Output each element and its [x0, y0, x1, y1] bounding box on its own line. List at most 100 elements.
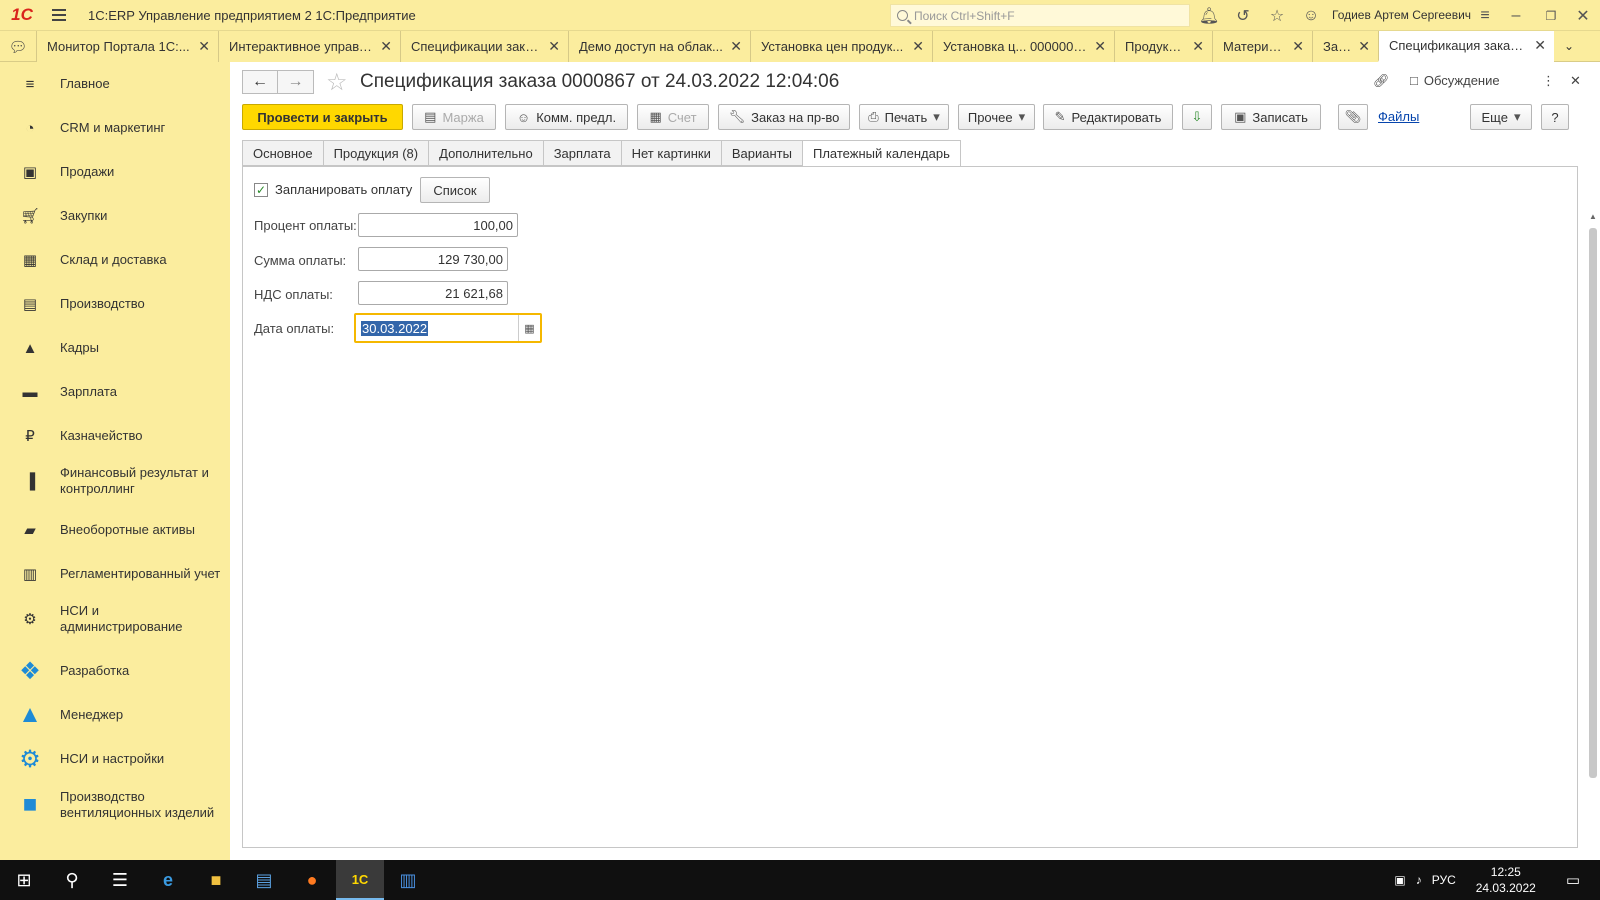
sidebar-item-crm[interactable]: ◔ CRM и маркетинг — [0, 118, 230, 138]
network-icon[interactable]: ▣ — [1394, 873, 1405, 887]
close-icon[interactable]: ✕ — [1192, 38, 1204, 55]
other-button[interactable]: Прочее ▾ — [958, 104, 1035, 130]
internet-explorer-icon[interactable]: e — [144, 860, 192, 900]
sidebar-item-hr[interactable]: ▲ Кадры — [0, 338, 230, 358]
export-button[interactable]: ⇩ — [1182, 104, 1212, 130]
window-tab[interactable]: Монитор Портала 1С:... ✕ — [36, 31, 218, 62]
window-tab[interactable]: Демо доступ на облак... ✕ — [568, 31, 750, 62]
favorites-star-icon[interactable]: ☆ — [1266, 5, 1288, 27]
attach-button[interactable]: 📎︎ — [1338, 104, 1368, 130]
tab-salary[interactable]: Зарплата — [542, 140, 621, 166]
close-icon[interactable]: ✕ — [1358, 38, 1370, 55]
search-input[interactable]: Поиск Ctrl+Shift+F — [890, 4, 1190, 27]
history-icon[interactable]: ↺ — [1232, 5, 1254, 27]
more-button[interactable]: Еще ▾ — [1470, 104, 1532, 130]
windows-start-icon[interactable]: ⊞ — [0, 860, 48, 900]
vertical-scrollbar[interactable]: ▲ ▼ — [1586, 210, 1600, 900]
window-tab[interactable]: Продукция ✕ — [1114, 31, 1212, 62]
close-form-icon[interactable]: ✕ — [1570, 73, 1581, 89]
sidebar-item-warehouse[interactable]: ▦ Склад и доставка — [0, 250, 230, 270]
tab-no-picture[interactable]: Нет картинки — [620, 140, 721, 166]
print-button[interactable]: ⎙ Печать ▾ — [859, 104, 949, 130]
production-order-button[interactable]: 🔧︎ Заказ на пр-во — [718, 104, 850, 130]
calendar-icon[interactable]: ▦ — [518, 315, 540, 341]
window-tab[interactable]: Установка цен продук... ✕ — [750, 31, 932, 62]
close-icon[interactable]: ✕ — [1094, 38, 1106, 55]
close-icon[interactable]: ✕ — [912, 38, 924, 55]
document-app-icon[interactable]: ▥ — [384, 860, 432, 900]
favorite-star-icon[interactable]: ☆ — [326, 68, 348, 97]
user-name[interactable]: Годиев Артем Сергеевич — [1332, 8, 1471, 22]
tab-products[interactable]: Продукция (8) — [322, 140, 429, 166]
sidebar-item-main[interactable]: ≡ Главное — [0, 74, 230, 94]
chat-icon[interactable]: 💬︎ — [0, 31, 36, 62]
files-link[interactable]: Файлы — [1378, 109, 1419, 124]
sidebar-item-nsi-admin[interactable]: ⚙ НСИ и администрирование — [0, 602, 230, 636]
discussion-button[interactable]: □ Обсуждение — [1410, 73, 1500, 88]
bell-icon[interactable]: 🔔︎ — [1198, 5, 1220, 27]
back-arrow-icon[interactable]: ← — [242, 70, 278, 94]
server-manager-icon[interactable]: ▤ — [240, 860, 288, 900]
sidebar-item-fixed-assets[interactable]: ▰ Внеоборотные активы — [0, 520, 230, 540]
clock[interactable]: 12:25 24.03.2022 — [1476, 864, 1536, 896]
volume-icon[interactable]: ♪ — [1416, 873, 1422, 887]
main-menu-icon[interactable] — [44, 9, 74, 21]
margin-button[interactable]: ▤ Маржа — [412, 104, 496, 130]
tabs-overflow-chevron-icon[interactable]: ⌄ — [1554, 31, 1584, 61]
more-vertical-icon[interactable]: ⋮ — [1542, 73, 1555, 89]
save-button[interactable]: ▣ Записать — [1221, 104, 1321, 130]
window-tab[interactable]: Интерактивное управл... ✕ — [218, 31, 400, 62]
payment-date-value[interactable]: 30.03.2022 — [356, 320, 518, 336]
window-tab[interactable]: Установка ц... 000000022 ✕ — [932, 31, 1114, 62]
sidebar-item-salary[interactable]: ▬ Зарплата — [0, 382, 230, 402]
payment-date-field[interactable]: 30.03.2022 ▦ — [354, 313, 542, 343]
payment-percent-field[interactable]: 100,00 — [358, 213, 518, 237]
tab-payment-calendar[interactable]: Платежный календарь — [801, 140, 961, 167]
sidebar-item-ventilation[interactable]: ■ Производство вентиляционных изделий — [0, 788, 230, 822]
sidebar-item-development[interactable]: ❖ Разработка — [0, 656, 230, 686]
search-icon[interactable]: ⚲ — [48, 860, 96, 900]
plan-payment-checkbox-row[interactable]: ✓ Запланировать оплату — [254, 182, 412, 197]
task-view-icon[interactable]: ☰ — [96, 860, 144, 900]
list-button[interactable]: Список — [420, 177, 490, 203]
edit-button[interactable]: ✎ Редактировать — [1043, 104, 1173, 130]
settings-menu-icon[interactable]: ≡ — [1474, 5, 1496, 27]
scroll-up-icon[interactable]: ▲ — [1589, 212, 1597, 221]
tab-additional[interactable]: Дополнительно — [428, 140, 543, 166]
close-icon[interactable]: ✕ — [198, 38, 210, 55]
sidebar-item-production[interactable]: ▤ Производство — [0, 294, 230, 314]
window-tab[interactable]: Заказ✕ — [1312, 31, 1378, 62]
sidebar-item-sales[interactable]: ▣ Продажи — [0, 162, 230, 182]
sidebar-item-finance[interactable]: ▐ Финансовый результат и контроллинг — [0, 464, 230, 498]
close-icon[interactable]: ✕ — [730, 38, 742, 55]
window-tab-active[interactable]: Спецификация заказа ... ✕ — [1378, 31, 1554, 62]
payment-sum-field[interactable]: 129 730,00 — [358, 247, 508, 271]
tab-main[interactable]: Основное — [242, 140, 323, 166]
plan-payment-checkbox[interactable]: ✓ — [254, 182, 268, 197]
firefox-icon[interactable]: ● — [288, 860, 336, 900]
sidebar-item-nsi-settings[interactable]: ⚙ НСИ и настройки — [0, 744, 230, 774]
language-indicator[interactable]: РУС — [1432, 873, 1456, 887]
close-icon[interactable]: ✕ — [380, 38, 392, 55]
scroll-thumb[interactable] — [1589, 228, 1597, 778]
sidebar-item-treasury[interactable]: ₽ Казначейство — [0, 426, 230, 446]
comm-offer-button[interactable]: ☺ Комм. предл. — [505, 104, 628, 130]
invoice-button[interactable]: ▦ Счет — [637, 104, 709, 130]
help-button[interactable]: ? — [1541, 104, 1569, 130]
sidebar-item-manager[interactable]: ▲ Менеджер — [0, 700, 230, 730]
close-icon[interactable]: ✕ — [1534, 37, 1546, 54]
file-explorer-icon[interactable]: ■ — [192, 860, 240, 900]
forward-arrow-icon[interactable]: → — [278, 70, 314, 94]
sidebar-item-purchases[interactable]: 🛒︎ Закупки — [0, 206, 230, 226]
restore-icon[interactable]: ❐ — [1540, 5, 1562, 27]
close-icon[interactable]: ✕ — [548, 38, 560, 55]
1c-app-icon[interactable]: 1С — [336, 860, 384, 900]
notifications-icon[interactable]: ▭ — [1566, 871, 1580, 889]
close-window-icon[interactable]: ✕ — [1572, 5, 1594, 27]
app-logo[interactable]: 1С — [0, 0, 44, 31]
sidebar-item-regulated[interactable]: ▥ Регламентированный учет — [0, 564, 230, 584]
tab-variants[interactable]: Варианты — [720, 140, 802, 166]
window-tab[interactable]: Спецификации заказов ✕ — [400, 31, 568, 62]
post-and-close-button[interactable]: Провести и закрыть — [242, 104, 403, 130]
payment-vat-field[interactable]: 21 621,68 — [358, 281, 508, 305]
